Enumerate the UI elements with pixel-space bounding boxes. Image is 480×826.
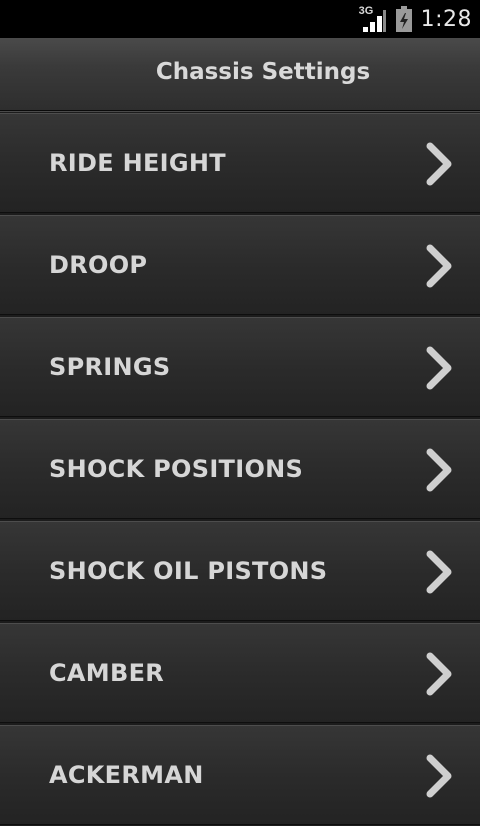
menu-item-droop[interactable]: DROOP [0,215,480,315]
menu-item-shock-oil-pistons[interactable]: SHOCK OIL PISTONS [0,521,480,621]
chevron-right-icon [426,550,452,594]
menu-item-label: SHOCK POSITIONS [49,455,304,483]
chevron-right-icon [426,754,452,798]
chevron-right-icon [426,346,452,390]
menu-item-shock-positions[interactable]: SHOCK POSITIONS [0,419,480,519]
menu-item-label: DROOP [49,251,148,279]
signal-icon [362,10,386,32]
chevron-right-icon [426,142,452,186]
menu-item-camber[interactable]: CAMBER [0,623,480,723]
signal-indicator: 3G [359,3,387,35]
menu-item-label: CAMBER [49,659,165,687]
status-icons: 3G 1:28 [359,0,472,38]
chevron-right-icon [426,244,452,288]
menu-item-ackerman[interactable]: ACKERMAN [0,725,480,825]
menu-item-label: SHOCK OIL PISTONS [49,557,328,585]
battery-icon [395,6,412,32]
status-bar: 3G 1:28 [0,0,480,38]
menu-item-springs[interactable]: SPRINGS [0,317,480,417]
menu-item-label: SPRINGS [49,353,171,381]
app-header: Chassis Settings [0,38,480,111]
menu-item-ride-height[interactable]: RIDE HEIGHT [0,113,480,213]
page-title: Chassis Settings [155,59,371,85]
settings-menu: RIDE HEIGHT DROOP SPRINGS SHOCK POSITION… [0,111,480,826]
chevron-right-icon [426,652,452,696]
chevron-right-icon [426,448,452,492]
menu-item-label: RIDE HEIGHT [49,149,226,177]
menu-item-label: ACKERMAN [49,761,204,789]
clock: 1:28 [420,6,472,32]
